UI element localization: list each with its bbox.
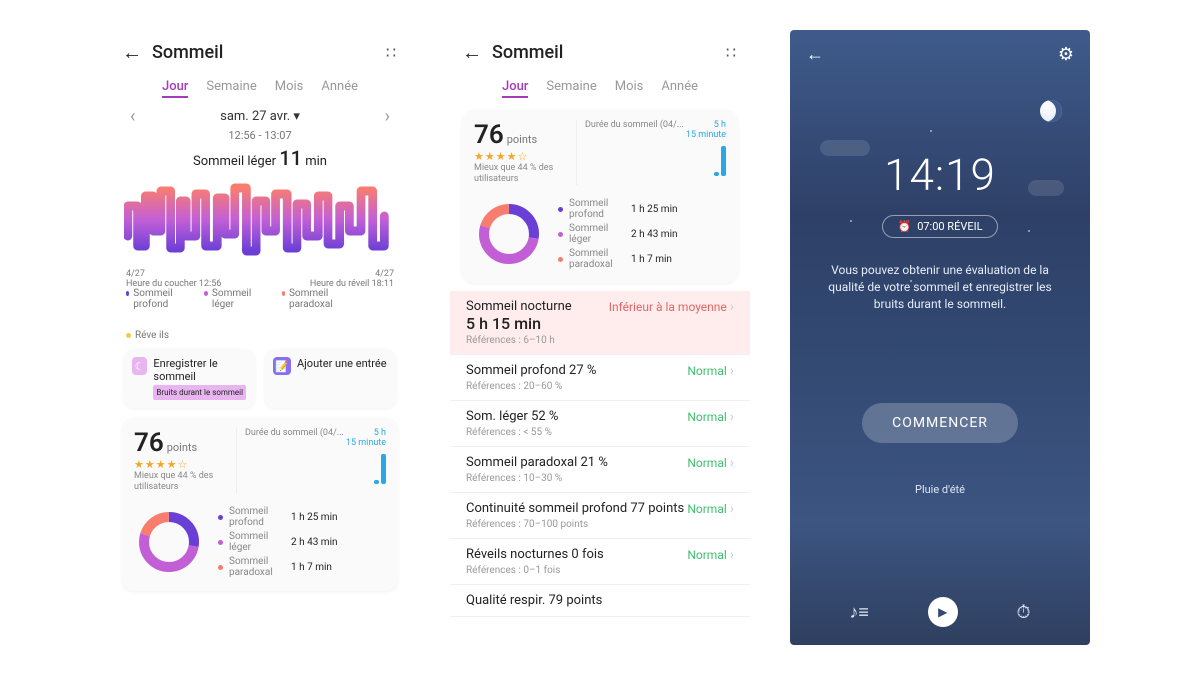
metric-row[interactable]: Sommeil nocturne5 h 15 minInférieur à la… [450,291,750,355]
alarm-pill[interactable]: ⏰ 07:00 RÉVEIL [882,215,997,238]
header: ← Sommeil ∷ [450,30,750,75]
duration-mini-chart: Durée du sommeil (04/... 5 h15 minute [576,120,726,185]
header: ← Sommeil ∷ [110,30,410,75]
player-controls: ♪≡ ▶ ⏱ [790,597,1090,627]
playlist-icon[interactable]: ♪≡ [849,602,869,623]
score-card[interactable]: 76 points ★★★★☆ Mieux que 44 % des utili… [122,418,398,591]
metric-row[interactable]: Réveils nocturnes 0 foisNormal ›Référenc… [450,539,750,585]
alarm-clock-icon: ⏰ [897,220,911,233]
legend-light: Sommeil léger [204,288,262,310]
timer-icon[interactable]: ⏱ [1017,602,1031,623]
sleep-screen-day: ← Sommeil ∷ Jour Semaine Mois Année ‹ sa… [110,30,410,645]
metric-row[interactable]: Qualité respir. 79 points [450,585,750,617]
back-icon[interactable]: ← [462,40,482,65]
note-icon: 📝 [273,357,291,375]
score-card[interactable]: 76 points ★★★★☆ Mieux que 44 % des utili… [462,110,738,283]
chart-wake-label: 4/27 Heure du réveil 18:11 [310,269,394,289]
back-icon[interactable]: ← [122,40,142,65]
duration-mini-chart: Durée du sommeil (04/... 5 h15 minute [236,428,386,493]
page-title: Sommeil [152,42,386,63]
date-nav: ‹ sam. 27 avr. ▾ › [110,106,410,127]
period-tabs: Jour Semaine Mois Année [450,75,750,106]
tab-day[interactable]: Jour [502,79,528,98]
legend-wake: Réve ils [126,330,169,341]
sleep-ring-chart [474,199,544,269]
breakdown-list: Sommeil profond1 h 25 min Sommeil léger2… [218,503,386,581]
settings-gear-icon[interactable]: ⚙ [1058,44,1074,65]
metric-row[interactable]: Continuité sommeil profond 77 pointsNorm… [450,493,750,539]
score-better: Mieux que 44 % des utilisateurs [134,471,224,493]
sleep-tracker-screen: ← ⚙ 14:19 ⏰ 07:00 RÉVEIL Vous pouvez obt… [790,30,1090,645]
play-button[interactable]: ▶ [928,597,958,627]
next-day-icon[interactable]: › [385,106,390,127]
action-cards: ☾ Enregistrer le sommeil Bruits durant l… [110,345,410,418]
tab-day[interactable]: Jour [162,79,188,98]
sleep-ring-chart [134,507,204,577]
date-label[interactable]: sam. 27 avr. ▾ [220,109,300,124]
metric-row[interactable]: Sommeil paradoxal 21 %Normal ›Références… [450,447,750,493]
page-title: Sommeil [492,42,726,63]
cloud-decoration [1028,180,1064,196]
tab-year[interactable]: Année [661,79,698,98]
menu-icon[interactable]: ∷ [386,43,398,62]
menu-icon[interactable]: ∷ [726,43,738,62]
sleep-legend: Sommeil profond Sommeil léger Sommeil pa… [110,280,410,345]
score-value: 76 [134,428,164,458]
tab-month[interactable]: Mois [615,79,644,98]
record-sleep-card[interactable]: ☾ Enregistrer le sommeil Bruits durant l… [124,349,255,408]
moon-icon: ☾ [132,357,147,375]
moon-icon [1040,100,1062,122]
metric-row[interactable]: Sommeil profond 27 %Normal ›Références :… [450,355,750,401]
sleep-hypnogram: 4/27 Heure du coucher 12:56 4/27 Heure d… [110,170,410,280]
tab-year[interactable]: Année [321,79,358,98]
sound-name: Pluie d'été [790,483,1090,496]
chart-bed-label: 4/27 Heure du coucher 12:56 [126,269,221,289]
time-range: 12:56 - 13:07 [110,129,410,142]
prev-day-icon[interactable]: ‹ [130,106,135,127]
score-stars: ★★★★☆ [134,458,224,471]
legend-deep: Sommeil profond [126,288,184,310]
noise-badge: Bruits durant le sommeil [153,385,246,400]
tab-week[interactable]: Semaine [206,79,256,98]
add-entry-card[interactable]: 📝 Ajouter une entrée [265,349,396,408]
tab-week[interactable]: Semaine [546,79,596,98]
start-button[interactable]: COMMENCER [862,403,1018,443]
light-sleep-summary: Sommeil léger 11 min [110,146,410,170]
back-icon[interactable]: ← [806,44,824,65]
legend-paradox: Sommeil paradoxal [282,288,340,310]
metric-row[interactable]: Som. léger 52 %Normal ›Références : < 55… [450,401,750,447]
cloud-decoration [820,140,870,156]
metrics-list: Sommeil nocturne5 h 15 minInférieur à la… [450,291,750,617]
period-tabs: Jour Semaine Mois Année [110,75,410,106]
sleep-screen-metrics: ← Sommeil ∷ Jour Semaine Mois Année 76 p… [450,30,750,645]
description-text: Vous pouvez obtenir une évaluation de la… [790,238,1090,313]
tab-month[interactable]: Mois [275,79,304,98]
